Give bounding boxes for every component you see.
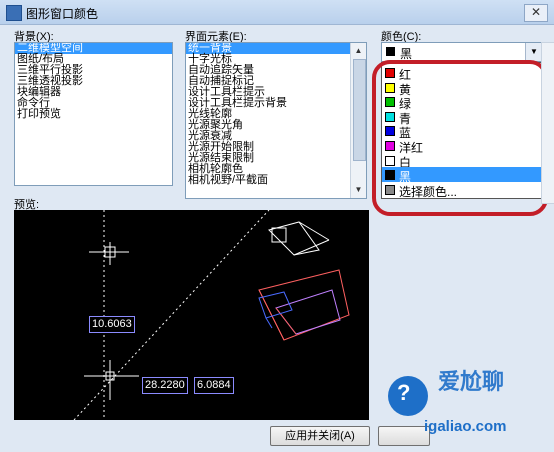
apply-close-button[interactable]: 应用并关闭(A) bbox=[270, 426, 370, 446]
context-list[interactable]: 二维模型空间 图纸/布局 三维平行投影 三维透视投影 块编辑器 命令行 打印预览 bbox=[14, 42, 173, 186]
scroll-down-icon[interactable]: ▼ bbox=[352, 183, 365, 197]
watermark-url: igaliao.com bbox=[424, 418, 507, 435]
dropdown-scrollbar[interactable] bbox=[541, 42, 554, 204]
dimension-label: 10.6063 bbox=[89, 316, 135, 333]
preview-drawing bbox=[73, 210, 350, 420]
watermark: ? 爱尬聊 igaliao.com bbox=[380, 356, 548, 446]
chevron-down-icon[interactable]: ▼ bbox=[525, 43, 542, 61]
title-bar: 图形窗口颜色 ✕ bbox=[0, 0, 554, 25]
highlight-annotation bbox=[372, 60, 548, 216]
interface-elements-scrollbar[interactable]: ▲ ▼ bbox=[350, 43, 366, 198]
window-title: 图形窗口颜色 bbox=[26, 7, 99, 21]
context-list-item[interactable]: 打印预览 bbox=[15, 109, 172, 120]
watermark-text: 爱尬聊 bbox=[438, 369, 505, 394]
close-button[interactable]: ✕ bbox=[524, 4, 548, 22]
app-icon bbox=[6, 5, 22, 21]
preview-canvas: 10.6063 28.2280 6.0884 bbox=[14, 210, 369, 420]
color-select[interactable]: 黑 ▼ bbox=[381, 42, 543, 62]
dimension-label: 28.2280 bbox=[142, 377, 188, 394]
scroll-thumb[interactable] bbox=[353, 59, 366, 161]
dimension-label: 6.0884 bbox=[194, 377, 234, 394]
interface-element-item[interactable]: 相机视野/平截面 bbox=[186, 175, 350, 186]
color-swatch bbox=[386, 47, 395, 56]
scroll-up-icon[interactable]: ▲ bbox=[352, 44, 365, 58]
interface-elements-list[interactable]: 统一背景 十字光标 自动追踪矢量 自动捕捉标记 设计工具栏提示 设计工具栏提示背景 光线轮廓… bbox=[185, 42, 367, 199]
watermark-logo: ? bbox=[388, 376, 428, 416]
